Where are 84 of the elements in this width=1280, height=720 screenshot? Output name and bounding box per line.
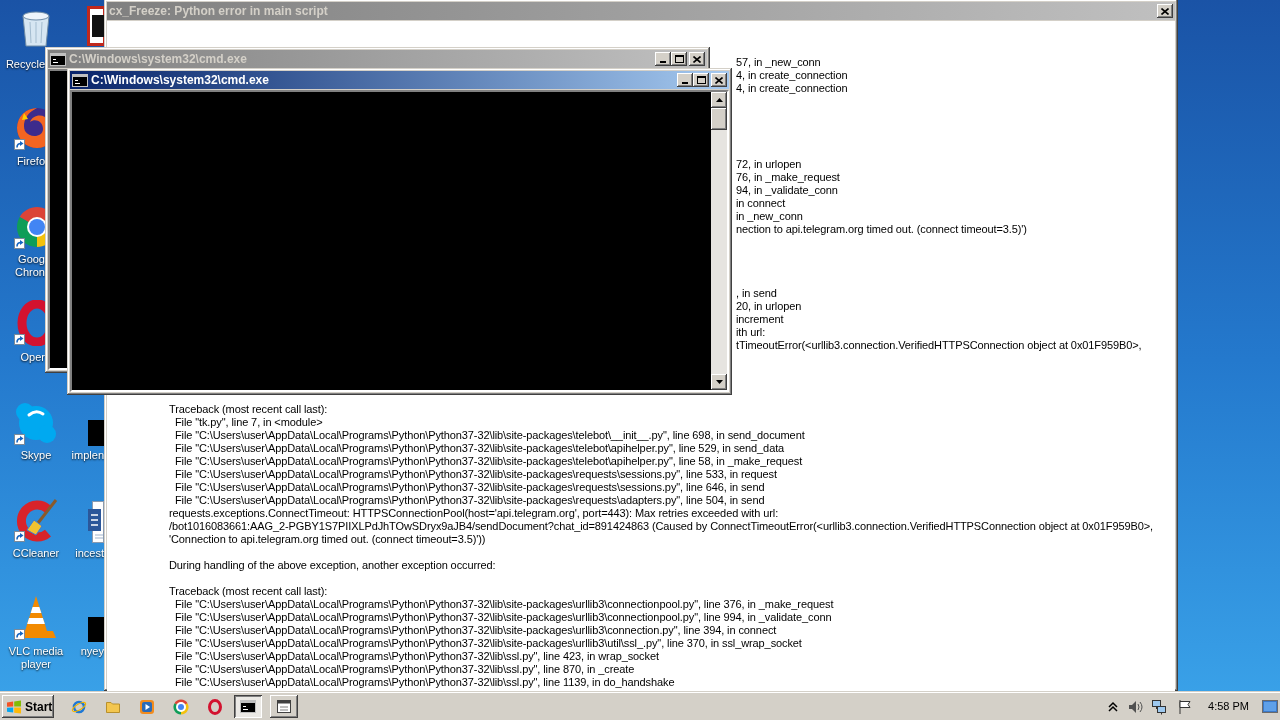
maximize-button[interactable]	[693, 73, 709, 87]
icon-label[interactable]: implen	[71, 449, 104, 462]
scroll-down-button[interactable]	[711, 374, 727, 390]
traceback-line: Traceback (most recent call last):	[169, 585, 328, 598]
monitor-icon[interactable]	[1262, 698, 1278, 715]
flag-icon[interactable]	[1177, 698, 1194, 715]
console-icon	[72, 73, 88, 87]
traceback-line: tTimeoutError(<urllib3.connection.VerifiedHTTPSConnection object at 0x01F959B0>,	[736, 339, 1142, 352]
icon-label[interactable]: VLC media player	[5, 645, 67, 671]
cloud-icon[interactable]	[14, 400, 58, 446]
traceback-line: 57, in _new_conn	[736, 56, 821, 69]
traceback-line: 72, in urlopen	[736, 158, 802, 171]
framed-tile-icon[interactable]	[87, 6, 104, 46]
maximize-icon	[696, 76, 706, 84]
window-title: C:\Windows\system32\cmd.exe	[91, 72, 269, 89]
minimize-button[interactable]	[655, 52, 671, 66]
taskbar-button[interactable]	[270, 695, 298, 718]
tile-flag-icon	[6, 699, 22, 714]
traceback-line: Traceback (most recent call last):	[169, 403, 328, 416]
icon-label[interactable]: incest	[75, 547, 104, 560]
traceback-line: File "C:\Users\user\AppData\Local\Programs\Python\Python37-32\lib\site-packages\telebot\__init__.py", line 698, in send_document	[173, 429, 805, 442]
window-title: cx_Freeze: Python error in main script	[109, 3, 328, 20]
traceback-line: File "C:\Users\user\AppData\Local\Programs\Python\Python37-32\lib\site-packages\urllib3\connection.py", line 394, in connect	[173, 624, 777, 637]
start-button[interactable]: Start	[2, 695, 54, 718]
taskbar-button[interactable]	[234, 695, 262, 718]
ring-icon[interactable]	[207, 698, 223, 715]
icon-label[interactable]: nyey	[80, 645, 104, 658]
scrollbar-thumb[interactable]	[711, 108, 727, 130]
traceback-line: File "C:\Users\user\AppData\Local\Programs\Python\Python37-32\lib\site-packages\requests\adapters.py", line 504, in send	[173, 494, 765, 507]
maximize-icon	[674, 55, 684, 63]
traceback-line: 4, in create_connection	[736, 69, 848, 82]
traceback-line: 20, in urlopen	[736, 300, 802, 313]
document-icon[interactable]	[88, 499, 104, 545]
play-icon[interactable]	[139, 698, 155, 715]
traceback-line: File "C:\Users\user\AppData\Local\Programs\Python\Python37-32\lib\site-packages\urllib3\util\ssl_.py", line 370, in ssl_wrap_socket	[173, 637, 802, 650]
close-button[interactable]	[711, 73, 727, 87]
icon-label[interactable]: Recycle	[5, 58, 45, 71]
traceback-line: 76, in _make_request	[736, 171, 840, 184]
icon-label[interactable]: Skype	[20, 449, 52, 462]
icon-label[interactable]: Goog Chron	[11, 253, 45, 279]
close-icon	[715, 76, 723, 84]
traceback-line: During handling of the above exception, another exception occurred:	[169, 559, 496, 572]
traceback-line: File "C:\Users\user\AppData\Local\Programs\Python\Python37-32\lib\site-packages\requests\sessions.py", line 646, in send	[173, 481, 765, 494]
console-icon	[50, 52, 66, 66]
traceback-line: 94, in _validate_conn	[736, 184, 838, 197]
traceback-line: 'Connection to api.telegram.org timed out. (connect timeout=3.5)'))	[169, 533, 486, 546]
close-icon	[1161, 7, 1169, 15]
maximize-button[interactable]	[671, 52, 687, 66]
minimize-button[interactable]	[677, 73, 693, 87]
scroll-up-button[interactable]	[711, 92, 727, 108]
clock[interactable]: 4:58 PM	[1208, 698, 1249, 715]
down-arrow-icon	[715, 380, 723, 384]
chevron-up-icon[interactable]	[1108, 700, 1119, 713]
traceback-line: ith url:	[736, 326, 766, 339]
traceback-line: File "C:\Users\user\AppData\Local\Programs\Python\Python37-32\lib\site-packages\telebot\apihelper.py", line 529, in send_data	[173, 442, 785, 455]
icon-label[interactable]: CCleaner	[12, 547, 60, 560]
traceback-line: in _new_conn	[736, 210, 803, 223]
traceback-line: , in send	[736, 287, 777, 300]
up-arrow-icon	[715, 98, 723, 102]
traceback-line: File "C:\Users\user\AppData\Local\Programs\Python\Python37-32\lib\site-packages\urllib3\connectionpool.py", line 376, in _make_request	[173, 598, 834, 611]
icon-label[interactable]: Oper	[20, 351, 45, 364]
traceback-line: 4, in create_connection	[736, 82, 848, 95]
traceback-line: File "C:\Users\user\AppData\Local\Programs\Python\Python37-32\lib\ssl.py", line 870, in _create	[173, 663, 635, 676]
close-button[interactable]	[689, 52, 705, 66]
icon-label[interactable]: Firefo	[16, 155, 45, 168]
window-title: C:\Windows\system32\cmd.exe	[69, 51, 247, 68]
traceback-line: nection to api.telegram.org timed out. (connect timeout=3.5)')	[736, 223, 1027, 236]
traceback-line: increment	[736, 313, 784, 326]
traceback-line: in connect	[736, 197, 786, 210]
globe-orbit-icon[interactable]	[71, 698, 87, 715]
traceback-line: File "C:\Users\user\AppData\Local\Programs\Python\Python37-32\lib\site-packages\telebot\apihelper.py", line 58, in _make_request	[173, 455, 803, 468]
close-button[interactable]	[1157, 4, 1173, 18]
traceback-line: File "tk.py", line 7, in <module>	[173, 416, 323, 429]
window-icon	[276, 699, 292, 714]
traceback-line: requests.exceptions.ConnectTimeout: HTTPSConnectionPool(host='api.telegram.org', port=443): Max retries exceeded with url:	[169, 507, 779, 520]
traceback-line: File "C:\Users\user\AppData\Local\Programs\Python\Python37-32\lib\ssl.py", line 423, in wrap_socket	[173, 650, 659, 663]
traceback-line: File "C:\Users\user\AppData\Local\Programs\Python\Python37-32\lib\site-packages\requests\sessions.py", line 533, in request	[173, 468, 777, 481]
console-icon	[240, 700, 256, 713]
segmented-circle-icon[interactable]	[173, 698, 189, 715]
close-icon	[693, 55, 701, 63]
network-icon[interactable]	[1151, 698, 1168, 715]
traceback-line: File "C:\Users\user\AppData\Local\Programs\Python\Python37-32\lib\ssl.py", line 1139, in do_handshake	[173, 676, 675, 689]
traceback-line: /bot1016083661:AAG_2-PGBY1S7PIIXLPdJhTOwSDryx9aJB4/sendDocument?chat_id=891424863 (Caused by ConnectTimeoutError(<urllib3.connection.VerifiedHTTPSConnection object at 0x01F959B0>,	[169, 520, 1153, 533]
traceback-line: File "C:\Users\user\AppData\Local\Programs\Python\Python37-32\lib\site-packages\urllib3\connectionpool.py", line 994, in _validate_conn	[173, 611, 832, 624]
